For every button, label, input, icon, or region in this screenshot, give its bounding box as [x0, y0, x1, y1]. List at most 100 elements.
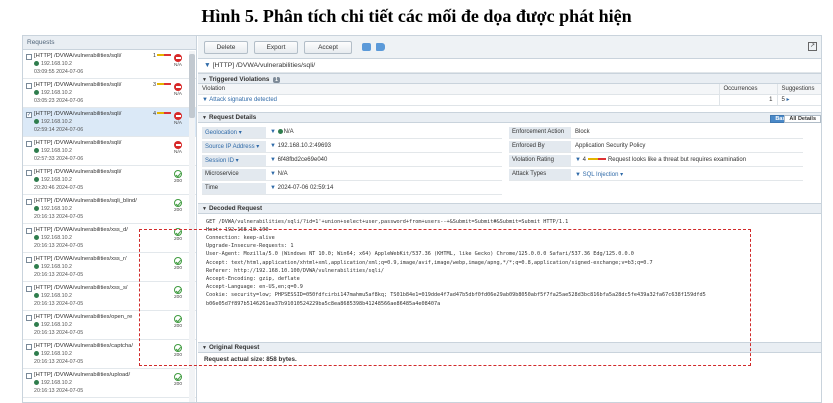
globe-icon: [34, 119, 39, 124]
request-time: 02:59:14 2024-07-06: [34, 127, 84, 133]
request-details-header[interactable]: ▼ Request Details Basic All Details: [198, 111, 821, 123]
request-checkbox[interactable]: [26, 170, 32, 176]
request-status: N/A: [173, 141, 183, 155]
section-title: Request Details: [208, 114, 257, 121]
request-url: [HTTP] /DVWA/vulnerabilities/sqli/: [34, 140, 122, 146]
collapse-icon[interactable]: ▼: [202, 77, 207, 83]
expand-icon[interactable]: ↗: [808, 42, 817, 51]
request-url: [HTTP] /DVWA/vulnerabilities/sqli/: [34, 169, 122, 175]
violation-suggestions[interactable]: 5 ▸: [776, 94, 821, 106]
section-title: Original Request: [208, 344, 260, 351]
request-ip: 192.168.10.2: [34, 90, 72, 96]
delete-button[interactable]: Delete: [204, 41, 248, 54]
request-list-item[interactable]: [HTTP] /DVWA/vulnerabilities/xss_s/192.1…: [23, 282, 196, 311]
request-url: [HTTP] /DVWA/vulnerabilities/xss_r/: [34, 256, 127, 262]
status-text: N/A: [174, 92, 182, 97]
detail-value: N/A: [283, 128, 294, 135]
request-ip: 192.168.10.2: [34, 206, 72, 212]
request-list-item[interactable]: [HTTP] /DVWA/vulnerabilities/xss_d/192.1…: [23, 224, 196, 253]
requests-list: [HTTP] /DVWA/vulnerabilities/sqli/192.16…: [23, 50, 196, 398]
status-text: 200: [173, 382, 182, 387]
check-icon: [174, 170, 182, 178]
col-violation: Violation: [198, 84, 719, 95]
request-list-item[interactable]: [HTTP] /DVWA/vulnerabilities/captcha/192…: [23, 340, 196, 369]
detail-label[interactable]: Geolocation ▾: [202, 126, 266, 138]
request-list-item[interactable]: [HTTP] /DVWA/vulnerabilities/sqli/192.16…: [23, 166, 196, 195]
detail-label[interactable]: Source IP Address ▾: [202, 140, 266, 152]
check-icon: [174, 344, 182, 352]
globe-icon: [34, 293, 39, 298]
check-icon: [174, 286, 182, 294]
request-list-item[interactable]: [HTTP] /DVWA/vulnerabilities/open_re 192.…: [23, 311, 196, 340]
globe-icon: [34, 322, 39, 327]
request-checkbox[interactable]: [26, 54, 32, 60]
detail-label: Enforced By: [509, 140, 571, 152]
detail-time: Time ▼ 2024-07-06 02:59:14: [202, 182, 502, 195]
detail-label: Violation Rating: [509, 154, 571, 166]
request-list-item[interactable]: [HTTP] /DVWA/vulnerabilities/sqli_blind/…: [23, 195, 196, 224]
collapse-icon[interactable]: ▼: [202, 345, 207, 351]
triggered-violations-header[interactable]: ▼ Triggered Violations 1: [198, 73, 821, 84]
ip-text: 192.168.10.2: [41, 380, 72, 386]
request-url: [HTTP] /DVWA/vulnerabilities/sqli/: [34, 111, 122, 117]
request-status: N/A: [173, 83, 183, 97]
request-time: 20:16:13 2024-07-05: [34, 272, 84, 278]
risk-rating: 4: [153, 111, 157, 117]
blocked-icon: [174, 54, 182, 62]
detail-label: Time: [202, 182, 266, 194]
request-checkbox[interactable]: [26, 83, 32, 89]
request-list-item[interactable]: ✓ [HTTP] /DVWA/vulnerabilities/sqli/192.1…: [23, 108, 196, 137]
collapse-icon[interactable]: ▼: [202, 115, 207, 121]
request-checkbox[interactable]: [26, 373, 32, 379]
request-status: N/A: [173, 112, 183, 126]
risk-bar: [157, 54, 172, 56]
filter-icon[interactable]: ▼: [204, 62, 211, 69]
requests-scrollbar[interactable]: [189, 51, 195, 402]
accept-button[interactable]: Accept: [304, 41, 352, 54]
request-list-item[interactable]: [HTTP] /DVWA/vulnerabilities/sqli/192.16…: [23, 50, 196, 79]
request-time: 20:20:46 2024-07-05: [34, 185, 84, 191]
label-text: Session ID: [205, 157, 235, 164]
request-list-item[interactable]: [HTTP] /DVWA/vulnerabilities/upload/192.…: [23, 369, 196, 398]
decoded-line: User-Agent: Mozilla/5.0 (Windows NT 10.0…: [206, 251, 634, 258]
request-ip: 192.168.10.2: [34, 235, 72, 241]
decoded-request-header[interactable]: ▼ Decoded Request: [198, 202, 821, 214]
request-list-item[interactable]: [HTTP] /DVWA/vulnerabilities/sqli/192.16…: [23, 79, 196, 108]
status-text: 200: [173, 324, 182, 329]
request-checkbox[interactable]: [26, 141, 32, 147]
request-checkbox[interactable]: [26, 286, 32, 292]
tag-icon[interactable]: [376, 43, 385, 51]
request-checkbox[interactable]: [26, 257, 32, 263]
violation-name[interactable]: Attack signature detected: [209, 97, 277, 103]
detail-label[interactable]: Session ID ▾: [202, 154, 266, 166]
request-list-item[interactable]: [HTTP] /DVWA/vulnerabilities/sqli/192.16…: [23, 137, 196, 166]
request-checkbox[interactable]: [26, 315, 32, 321]
original-request-header[interactable]: ▼ Original Request: [198, 341, 821, 353]
all-details-toggle[interactable]: All Details: [784, 114, 821, 123]
request-url: [HTTP] /DVWA/vulnerabilities/xss_s/: [34, 285, 128, 291]
detail-session-id: Session ID ▾ ▼ 6f48fbd2ce69e040: [202, 154, 502, 167]
request-ip: 192.168.10.2: [34, 148, 72, 154]
comment-icon[interactable]: [362, 43, 371, 51]
export-button[interactable]: Export: [254, 41, 298, 54]
request-status: 200: [173, 228, 183, 242]
request-checkbox[interactable]: [26, 344, 32, 350]
detail-enforcement-action: Enforcement Action Block: [509, 126, 803, 139]
label-text: Source IP Address: [205, 143, 255, 150]
detail-value[interactable]: SQL Injection: [583, 172, 619, 178]
request-checkbox[interactable]: [26, 199, 32, 205]
request-url: [HTTP] /DVWA/vulnerabilities/open_re: [34, 314, 133, 320]
request-checkbox[interactable]: ✓: [26, 112, 32, 118]
decoded-line: Connection: keep-alive: [206, 234, 275, 241]
collapse-icon[interactable]: ▼: [202, 206, 207, 212]
request-list-item[interactable]: [HTTP] /DVWA/vulnerabilities/xss_r/192.1…: [23, 253, 196, 282]
col-suggestions: Suggestions: [776, 84, 821, 95]
violation-row[interactable]: ▼ Attack signature detected: [198, 94, 719, 106]
scrollbar-thumb[interactable]: [189, 54, 195, 118]
request-url: [HTTP] /DVWA/vulnerabilities/sqli/: [34, 82, 122, 88]
request-checkbox[interactable]: [26, 228, 32, 234]
request-time: 03:05:23 2024-07-06: [34, 98, 84, 104]
detail-enforced-by: Enforced By Application Security Policy: [509, 140, 803, 153]
detail-value: 2024-07-06 02:59:14: [277, 184, 334, 191]
globe-icon: [34, 148, 39, 153]
